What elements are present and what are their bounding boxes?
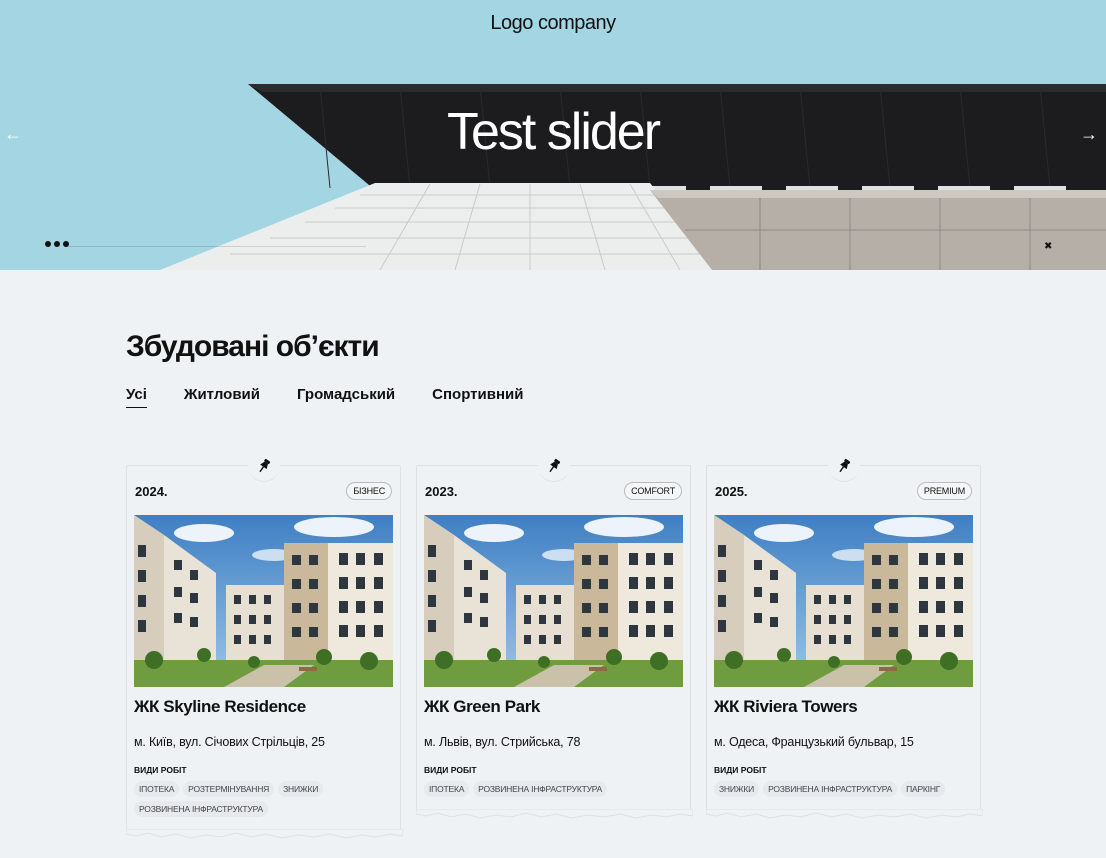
class-badge: Premium xyxy=(916,482,972,500)
filter-tabs: Усі Житловий Громадський Спортивний xyxy=(126,386,523,408)
pin-badge xyxy=(827,450,860,482)
slider-dot[interactable] xyxy=(63,241,69,247)
feature-tag: Паркінг xyxy=(901,781,946,797)
feature-tag: Розтермінування xyxy=(183,781,275,797)
tag-list: Іпотека Розтермінування Знижки Розвинена ін… xyxy=(134,781,393,831)
expand-icon[interactable]: ✖ xyxy=(1044,242,1054,252)
class-badge: Comfort xyxy=(624,482,682,500)
torn-edge xyxy=(126,829,403,839)
works-label: Види робіт xyxy=(424,765,477,775)
project-address: м. Львів, вул. Стрийська, 78 xyxy=(424,735,581,749)
slider-dot[interactable] xyxy=(54,241,60,247)
hero-title: Test slider xyxy=(446,103,661,161)
arrow-right-icon[interactable]: → xyxy=(1079,124,1099,144)
hero-slider: Logo company Test slider ← → ✖ xyxy=(0,0,1106,270)
slider-progress xyxy=(66,246,366,247)
tag-list: Іпотека Розвинена інфраструктура xyxy=(424,781,683,811)
pin-icon xyxy=(258,458,270,472)
tab-all[interactable]: Усі xyxy=(126,386,147,408)
pin-badge xyxy=(247,450,280,482)
works-label: Види робіт xyxy=(714,765,767,775)
project-name[interactable]: ЖК Riviera Towers xyxy=(714,697,973,717)
project-photo xyxy=(714,515,973,687)
project-card[interactable]: 2025. Premium ЖК Riviera Towers м xyxy=(706,450,983,819)
torn-edge xyxy=(706,809,983,819)
project-year: 2024. xyxy=(135,483,168,499)
feature-tag: Знижки xyxy=(714,781,760,797)
project-year: 2023. xyxy=(425,483,458,499)
project-year: 2025. xyxy=(715,483,748,499)
logo[interactable]: Logo company xyxy=(0,12,1106,35)
pin-icon xyxy=(548,458,560,472)
project-card[interactable]: 2024. Бізнес ЖК Skyline Residence xyxy=(126,450,403,839)
feature-tag: Іпотека xyxy=(424,781,470,797)
tab-public[interactable]: Громадський xyxy=(297,386,395,408)
project-address: м. Київ, вул. Січових Стрільців, 25 xyxy=(134,735,325,749)
feature-tag: Розвинена інфраструктура xyxy=(473,781,608,797)
pin-badge xyxy=(537,450,570,482)
feature-tag: Розвинена інфраструктура xyxy=(763,781,898,797)
class-badge: Бізнес xyxy=(346,482,392,500)
works-label: Види робіт xyxy=(134,765,187,775)
project-photo xyxy=(424,515,683,687)
pin-icon xyxy=(838,458,850,472)
tag-list: Знижки Розвинена інфраструктура Паркінг xyxy=(714,781,973,811)
project-address: м. Одеса, Французький бульвар, 15 xyxy=(714,735,914,749)
feature-tag: Іпотека xyxy=(134,781,180,797)
project-card[interactable]: 2023. Comfort ЖК Green Park м. Ль xyxy=(416,450,693,819)
project-name[interactable]: ЖК Skyline Residence xyxy=(134,697,393,717)
slider-dots[interactable] xyxy=(45,241,69,247)
arrow-left-icon[interactable]: ← xyxy=(3,124,23,144)
section-title: Збудовані об’єкти xyxy=(126,330,380,363)
project-photo xyxy=(134,515,393,687)
feature-tag: Розвинена інфраструктура xyxy=(134,801,268,817)
torn-edge xyxy=(416,809,693,819)
tab-sport[interactable]: Спортивний xyxy=(432,386,523,408)
tab-residential[interactable]: Житловий xyxy=(184,386,260,408)
feature-tag: Знижки xyxy=(278,781,324,797)
project-name[interactable]: ЖК Green Park xyxy=(424,697,683,717)
slider-dot[interactable] xyxy=(45,241,51,247)
